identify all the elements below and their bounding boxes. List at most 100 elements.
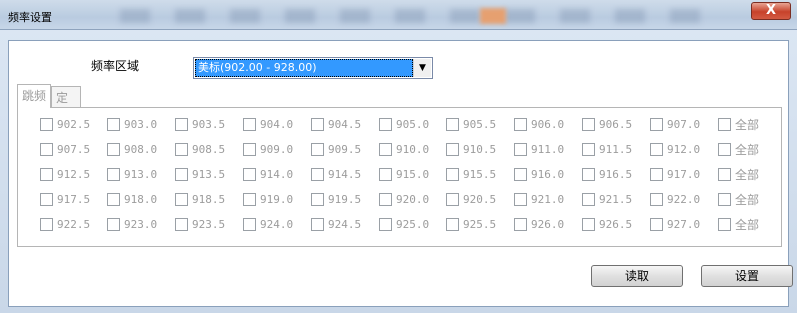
frequency-checkbox[interactable]: 911.5 bbox=[582, 141, 632, 157]
checkbox-box[interactable] bbox=[40, 142, 53, 156]
close-button[interactable]: X bbox=[751, 2, 791, 20]
select-all-checkbox[interactable]: 全部 bbox=[718, 191, 759, 207]
frequency-checkbox[interactable]: 919.5 bbox=[311, 191, 361, 207]
frequency-checkbox[interactable]: 905.0 bbox=[379, 116, 429, 132]
checkbox-box[interactable] bbox=[379, 142, 392, 156]
checkbox-box[interactable] bbox=[718, 167, 731, 181]
checkbox-box[interactable] bbox=[107, 142, 120, 156]
frequency-checkbox[interactable]: 926.0 bbox=[514, 216, 564, 232]
read-button[interactable]: 读取 bbox=[591, 265, 683, 287]
frequency-checkbox[interactable]: 921.0 bbox=[514, 191, 564, 207]
checkbox-box[interactable] bbox=[40, 117, 53, 131]
select-all-checkbox[interactable]: 全部 bbox=[718, 216, 759, 232]
checkbox-box[interactable] bbox=[243, 167, 256, 181]
region-select[interactable]: 美标(902.00 - 928.00) ▼ bbox=[193, 57, 433, 79]
frequency-checkbox[interactable]: 926.5 bbox=[582, 216, 632, 232]
frequency-checkbox[interactable]: 919.0 bbox=[243, 191, 293, 207]
frequency-checkbox[interactable]: 914.5 bbox=[311, 166, 361, 182]
checkbox-box[interactable] bbox=[650, 117, 663, 131]
checkbox-box[interactable] bbox=[243, 192, 256, 206]
frequency-checkbox[interactable]: 923.5 bbox=[175, 216, 225, 232]
frequency-checkbox[interactable]: 913.0 bbox=[107, 166, 157, 182]
checkbox-box[interactable] bbox=[311, 117, 324, 131]
checkbox-box[interactable] bbox=[650, 167, 663, 181]
frequency-checkbox[interactable]: 912.5 bbox=[40, 166, 90, 182]
frequency-checkbox[interactable]: 918.5 bbox=[175, 191, 225, 207]
frequency-checkbox[interactable]: 925.5 bbox=[446, 216, 496, 232]
checkbox-box[interactable] bbox=[243, 142, 256, 156]
frequency-checkbox[interactable]: 906.0 bbox=[514, 116, 564, 132]
frequency-checkbox[interactable]: 921.5 bbox=[582, 191, 632, 207]
frequency-checkbox[interactable]: 915.5 bbox=[446, 166, 496, 182]
checkbox-box[interactable] bbox=[175, 217, 188, 231]
checkbox-box[interactable] bbox=[175, 192, 188, 206]
frequency-checkbox[interactable]: 923.0 bbox=[107, 216, 157, 232]
checkbox-box[interactable] bbox=[379, 192, 392, 206]
frequency-checkbox[interactable]: 908.5 bbox=[175, 141, 225, 157]
frequency-checkbox[interactable]: 917.5 bbox=[40, 191, 90, 207]
select-all-checkbox[interactable]: 全部 bbox=[718, 166, 759, 182]
frequency-checkbox[interactable]: 917.0 bbox=[650, 166, 700, 182]
checkbox-box[interactable] bbox=[718, 192, 731, 206]
frequency-checkbox[interactable]: 904.5 bbox=[311, 116, 361, 132]
frequency-checkbox[interactable]: 903.5 bbox=[175, 116, 225, 132]
frequency-checkbox[interactable]: 909.0 bbox=[243, 141, 293, 157]
checkbox-box[interactable] bbox=[107, 167, 120, 181]
checkbox-box[interactable] bbox=[311, 217, 324, 231]
frequency-checkbox[interactable]: 913.5 bbox=[175, 166, 225, 182]
checkbox-box[interactable] bbox=[514, 217, 527, 231]
tab-fixed[interactable]: 定频 bbox=[51, 86, 81, 122]
checkbox-box[interactable] bbox=[582, 117, 595, 131]
checkbox-box[interactable] bbox=[650, 192, 663, 206]
frequency-checkbox[interactable]: 924.5 bbox=[311, 216, 361, 232]
checkbox-box[interactable] bbox=[650, 217, 663, 231]
select-all-checkbox[interactable]: 全部 bbox=[718, 141, 759, 157]
checkbox-box[interactable] bbox=[107, 192, 120, 206]
checkbox-box[interactable] bbox=[175, 142, 188, 156]
frequency-checkbox[interactable]: 910.0 bbox=[379, 141, 429, 157]
checkbox-box[interactable] bbox=[514, 192, 527, 206]
checkbox-box[interactable] bbox=[582, 142, 595, 156]
frequency-checkbox[interactable]: 925.0 bbox=[379, 216, 429, 232]
tab-hopping[interactable]: 跳频 bbox=[17, 84, 51, 108]
frequency-checkbox[interactable]: 916.5 bbox=[582, 166, 632, 182]
checkbox-box[interactable] bbox=[107, 117, 120, 131]
checkbox-box[interactable] bbox=[718, 142, 731, 156]
checkbox-box[interactable] bbox=[379, 217, 392, 231]
checkbox-box[interactable] bbox=[514, 142, 527, 156]
frequency-checkbox[interactable]: 927.0 bbox=[650, 216, 700, 232]
select-all-checkbox[interactable]: 全部 bbox=[718, 116, 759, 132]
frequency-checkbox[interactable]: 912.0 bbox=[650, 141, 700, 157]
frequency-checkbox[interactable]: 905.5 bbox=[446, 116, 496, 132]
checkbox-box[interactable] bbox=[243, 217, 256, 231]
frequency-checkbox[interactable]: 922.0 bbox=[650, 191, 700, 207]
frequency-checkbox[interactable]: 902.5 bbox=[40, 116, 90, 132]
frequency-checkbox[interactable]: 922.5 bbox=[40, 216, 90, 232]
set-button[interactable]: 设置 bbox=[701, 265, 793, 287]
frequency-checkbox[interactable]: 910.5 bbox=[446, 141, 496, 157]
checkbox-box[interactable] bbox=[582, 192, 595, 206]
checkbox-box[interactable] bbox=[446, 142, 459, 156]
checkbox-box[interactable] bbox=[446, 117, 459, 131]
checkbox-box[interactable] bbox=[718, 117, 731, 131]
frequency-checkbox[interactable]: 920.5 bbox=[446, 191, 496, 207]
frequency-checkbox[interactable]: 907.5 bbox=[40, 141, 90, 157]
frequency-checkbox[interactable]: 924.0 bbox=[243, 216, 293, 232]
checkbox-box[interactable] bbox=[175, 167, 188, 181]
checkbox-box[interactable] bbox=[243, 117, 256, 131]
frequency-checkbox[interactable]: 903.0 bbox=[107, 116, 157, 132]
checkbox-box[interactable] bbox=[650, 142, 663, 156]
frequency-checkbox[interactable]: 914.0 bbox=[243, 166, 293, 182]
checkbox-box[interactable] bbox=[582, 167, 595, 181]
dropdown-arrow-icon[interactable]: ▼ bbox=[413, 59, 431, 77]
checkbox-box[interactable] bbox=[582, 217, 595, 231]
checkbox-box[interactable] bbox=[175, 117, 188, 131]
checkbox-box[interactable] bbox=[311, 142, 324, 156]
frequency-checkbox[interactable]: 920.0 bbox=[379, 191, 429, 207]
checkbox-box[interactable] bbox=[379, 167, 392, 181]
checkbox-box[interactable] bbox=[311, 167, 324, 181]
frequency-checkbox[interactable]: 916.0 bbox=[514, 166, 564, 182]
frequency-checkbox[interactable]: 904.0 bbox=[243, 116, 293, 132]
checkbox-box[interactable] bbox=[718, 217, 731, 231]
checkbox-box[interactable] bbox=[446, 192, 459, 206]
